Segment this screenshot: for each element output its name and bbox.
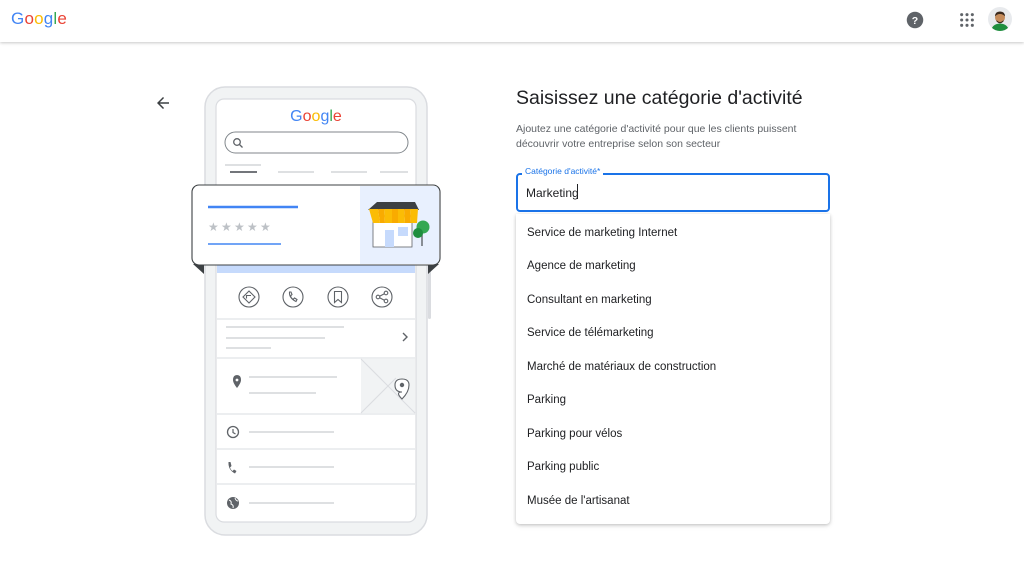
category-field[interactable] xyxy=(516,173,830,212)
category-field-label: Catégorie d'activité* xyxy=(522,166,604,176)
page-title: Saisissez une catégorie d'activité xyxy=(516,87,803,109)
logo-letter-g: G xyxy=(11,9,25,28)
svg-text:★: ★ xyxy=(247,220,258,234)
account-avatar-icon[interactable] xyxy=(988,7,1012,31)
logo-letter-o2: o xyxy=(34,9,44,28)
top-app-bar: Google ? xyxy=(0,0,1024,42)
apps-grid-icon[interactable] xyxy=(959,12,975,28)
logo-letter-e: e xyxy=(57,9,68,28)
suggestion-option[interactable]: Parking public xyxy=(516,451,830,484)
help-circle-icon[interactable]: ? xyxy=(906,11,924,29)
svg-text:?: ? xyxy=(912,15,918,27)
illustration-google-logo: Google xyxy=(290,108,342,125)
suggestion-option[interactable]: Marché de matériaux de construction xyxy=(516,351,830,384)
logo-letter-g2: g xyxy=(43,9,54,28)
text-caret xyxy=(577,184,578,199)
svg-text:★: ★ xyxy=(234,220,245,234)
category-input[interactable] xyxy=(526,183,816,203)
svg-text:★: ★ xyxy=(221,220,232,234)
suggestion-option[interactable]: Parking pour vélos xyxy=(516,418,830,451)
suggestion-option[interactable]: Service de télémarketing xyxy=(516,317,830,350)
suggestion-dropdown: Service de marketing Internet Agence de … xyxy=(516,214,830,524)
suggestion-option[interactable]: Consultant en marketing xyxy=(516,284,830,317)
business-profile-illustration: Google ★ ★ ★ ★ ★ xyxy=(191,86,441,536)
suggestion-option[interactable]: Parking xyxy=(516,384,830,417)
svg-text:★: ★ xyxy=(208,220,219,234)
suggestion-option[interactable]: Musée de l'artisanat xyxy=(516,485,830,518)
page-description: Ajoutez une catégorie d'activité pour qu… xyxy=(516,123,797,150)
back-arrow-icon[interactable] xyxy=(154,94,172,112)
svg-text:★: ★ xyxy=(260,220,271,234)
logo-letter-o1: o xyxy=(24,9,35,28)
google-logo[interactable]: Google xyxy=(11,9,67,29)
suggestion-option[interactable]: Agence de marketing xyxy=(516,250,830,283)
suggestion-option[interactable]: Service de marketing Internet xyxy=(516,217,830,250)
